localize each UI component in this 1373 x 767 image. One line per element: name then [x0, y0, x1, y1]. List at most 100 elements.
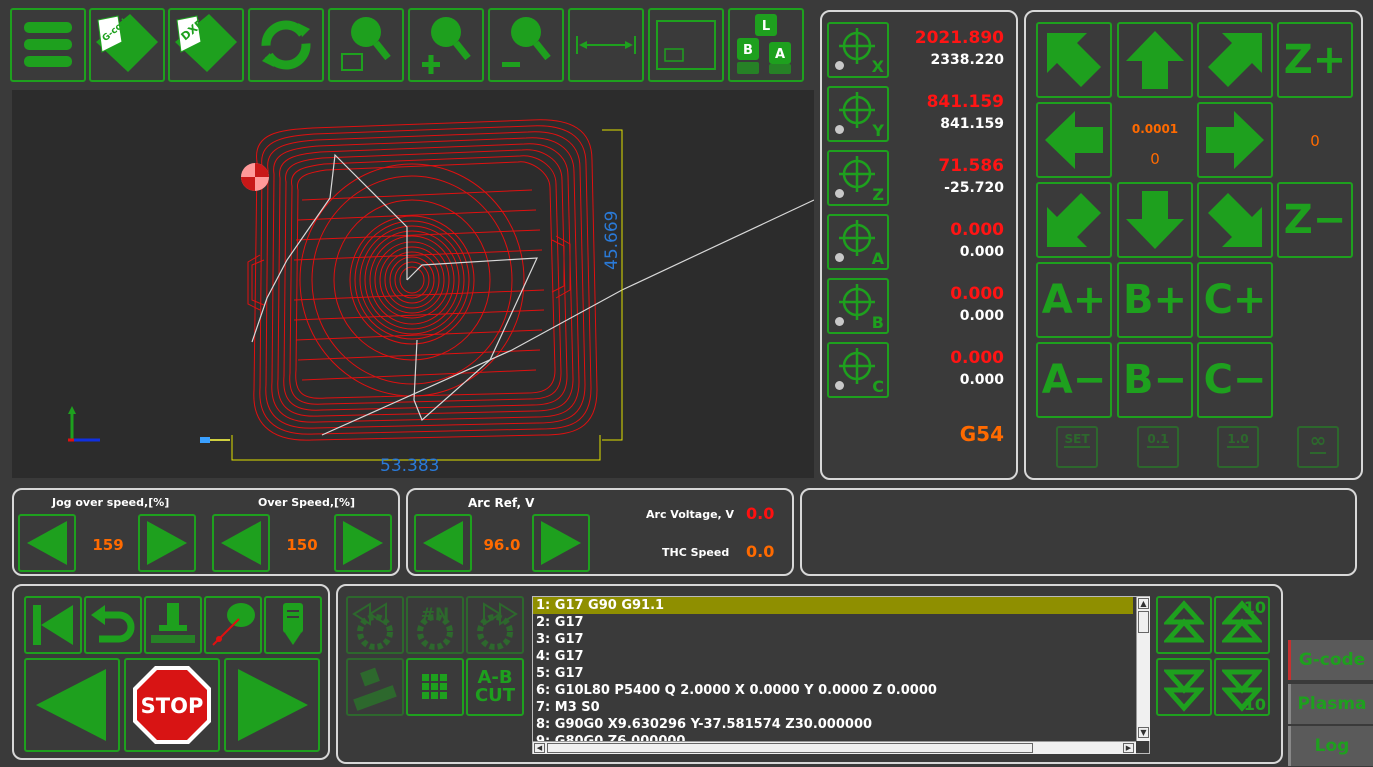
gear-line-number-icon: #N	[417, 605, 453, 650]
axis-letter: Z	[872, 185, 884, 204]
tab-log[interactable]: Log	[1288, 726, 1373, 766]
work-coord-value: -25.720	[944, 180, 1004, 196]
gcode-hscroll[interactable]: ◀ ▶	[533, 741, 1136, 754]
jog-down-button[interactable]	[1117, 182, 1193, 258]
jog-right-button[interactable]	[1197, 102, 1273, 178]
scroll-up-button[interactable]	[1156, 596, 1212, 654]
jog-a-plus-button[interactable]: A+	[1036, 262, 1112, 338]
torch-touch-button[interactable]	[144, 596, 202, 654]
torch-test-button[interactable]	[264, 596, 322, 654]
gcode-hscroll-thumb[interactable]	[547, 743, 1033, 753]
gcode-line[interactable]: 6: G10L80 P5400 Q 2.0000 X 0.0000 Y 0.00…	[535, 682, 937, 699]
jog-z-minus-button[interactable]: Z−	[1277, 182, 1353, 258]
tab-plasma[interactable]: Plasma	[1288, 684, 1373, 724]
step-set-button[interactable]: SET	[1056, 426, 1098, 468]
fit-all-button[interactable]	[648, 8, 724, 82]
jog-z-plus-button[interactable]: Z+	[1277, 22, 1353, 98]
run-forward-button[interactable]	[224, 658, 320, 752]
prev-block-button[interactable]	[346, 596, 404, 654]
arc-ref-increase-button[interactable]	[532, 514, 590, 572]
zero-b-button[interactable]: B	[827, 278, 889, 334]
next-block-button[interactable]	[466, 596, 524, 654]
gcode-line[interactable]: 5: G17	[535, 665, 584, 682]
machine-coord-value: 0.000	[950, 348, 1004, 368]
gcode-line[interactable]: 4: G17	[535, 648, 584, 665]
arrow-up-right-icon	[1208, 33, 1262, 87]
tab-gcode[interactable]: G-code	[1288, 640, 1373, 680]
zero-x-button[interactable]: X	[827, 22, 889, 78]
axis-status-dot	[835, 317, 844, 326]
axis-status-dot	[835, 61, 844, 70]
array-button[interactable]	[406, 658, 464, 716]
zero-z-button[interactable]: Z	[827, 150, 889, 206]
jog-down-right-button[interactable]	[1197, 182, 1273, 258]
gcode-listing[interactable]: 1: G17 G90 G91.1 2: G17 3: G17 4: G17 5: G17…	[532, 596, 1150, 754]
menu-button[interactable]	[10, 8, 86, 82]
refresh-icon	[261, 20, 311, 70]
jog-b-plus-button[interactable]: B+	[1117, 262, 1193, 338]
undo-button[interactable]	[84, 596, 142, 654]
jog-c-plus-button[interactable]: C+	[1197, 262, 1273, 338]
run-backward-button[interactable]	[24, 658, 120, 752]
undo-arrow-icon	[91, 605, 135, 643]
scroll-down-10-label: 10	[1243, 695, 1266, 714]
axis-letter: X	[871, 57, 884, 76]
stop-button[interactable]: STOP	[124, 658, 220, 752]
triangle-left-icon	[423, 521, 463, 565]
goto-line-label: #N	[421, 605, 449, 625]
gear-forward-icon	[477, 602, 518, 650]
step-set-label: SET	[1064, 432, 1090, 448]
gcode-line[interactable]: 7: M3 S0	[535, 699, 600, 716]
zoom-window-button[interactable]	[328, 8, 404, 82]
tool-path-jump-button[interactable]	[204, 596, 262, 654]
jog-speed-label: Jog over speed,[%]	[52, 496, 170, 509]
scroll-up-10-button[interactable]: 10	[1214, 596, 1270, 654]
torch-icon	[283, 603, 303, 645]
fit-width-button[interactable]	[568, 8, 644, 82]
zero-c-button[interactable]: C	[827, 342, 889, 398]
gcode-vscroll-thumb[interactable]	[1138, 611, 1149, 633]
jog-speed-increase-button[interactable]	[138, 514, 196, 572]
jog-a-minus-button[interactable]: A−	[1036, 342, 1112, 418]
jog-b-minus-button[interactable]: B−	[1117, 342, 1193, 418]
step-1-0-button[interactable]: 1.0	[1217, 426, 1259, 468]
gcode-line[interactable]: 2: G17	[535, 614, 584, 631]
step-continuous-button[interactable]: ∞	[1297, 426, 1339, 468]
over-speed-increase-button[interactable]	[334, 514, 392, 572]
double-down-icon	[1164, 669, 1204, 712]
jog-up-left-button[interactable]	[1036, 22, 1112, 98]
toolpath-viewer[interactable]: 53.383 45.669	[12, 90, 814, 478]
scroll-down-button[interactable]	[1156, 658, 1212, 716]
jog-speed-decrease-button[interactable]	[18, 514, 76, 572]
step-0-1-button[interactable]: 0.1	[1137, 426, 1179, 468]
gcode-line[interactable]: 8: G90G0 X9.630296 Y-37.581574 Z30.00000…	[535, 716, 872, 733]
scroll-down-arrow-icon[interactable]: ▼	[1138, 727, 1149, 738]
jog-c-minus-button[interactable]: C−	[1197, 342, 1273, 418]
zero-y-button[interactable]: Y	[827, 86, 889, 142]
gcode-vscroll[interactable]: ▲ ▼	[1136, 597, 1150, 741]
scroll-right-arrow-icon[interactable]: ▶	[1123, 743, 1134, 753]
jog-up-button[interactable]	[1117, 22, 1193, 98]
gcode-line[interactable]: 1: G17 G90 G91.1	[535, 597, 664, 614]
coord-row-x: X 2021.890 2338.220	[822, 22, 1016, 82]
over-speed-decrease-button[interactable]	[212, 514, 270, 572]
rewind-button[interactable]	[24, 596, 82, 654]
jog-up-right-button[interactable]	[1197, 22, 1273, 98]
arc-ref-decrease-button[interactable]	[414, 514, 472, 572]
zoom-out-button[interactable]	[488, 8, 564, 82]
scroll-up-arrow-icon[interactable]: ▲	[1138, 598, 1149, 609]
gcode-line[interactable]: 3: G17	[535, 631, 584, 648]
edit-gcode-button[interactable]	[346, 658, 404, 716]
open-dxf-button[interactable]: DXF	[168, 8, 244, 82]
goto-line-button[interactable]: #N	[406, 596, 464, 654]
ab-cut-button[interactable]: A-B CUT	[466, 658, 524, 716]
lba-button[interactable]: L B A	[728, 8, 804, 82]
jog-down-left-button[interactable]	[1036, 182, 1112, 258]
scroll-down-10-button[interactable]: 10	[1214, 658, 1270, 716]
scroll-left-arrow-icon[interactable]: ◀	[534, 743, 545, 753]
reload-button[interactable]	[248, 8, 324, 82]
open-gcode-button[interactable]: G-code	[89, 8, 165, 82]
jog-left-button[interactable]	[1036, 102, 1112, 178]
zoom-in-button[interactable]	[408, 8, 484, 82]
zero-a-button[interactable]: A	[827, 214, 889, 270]
